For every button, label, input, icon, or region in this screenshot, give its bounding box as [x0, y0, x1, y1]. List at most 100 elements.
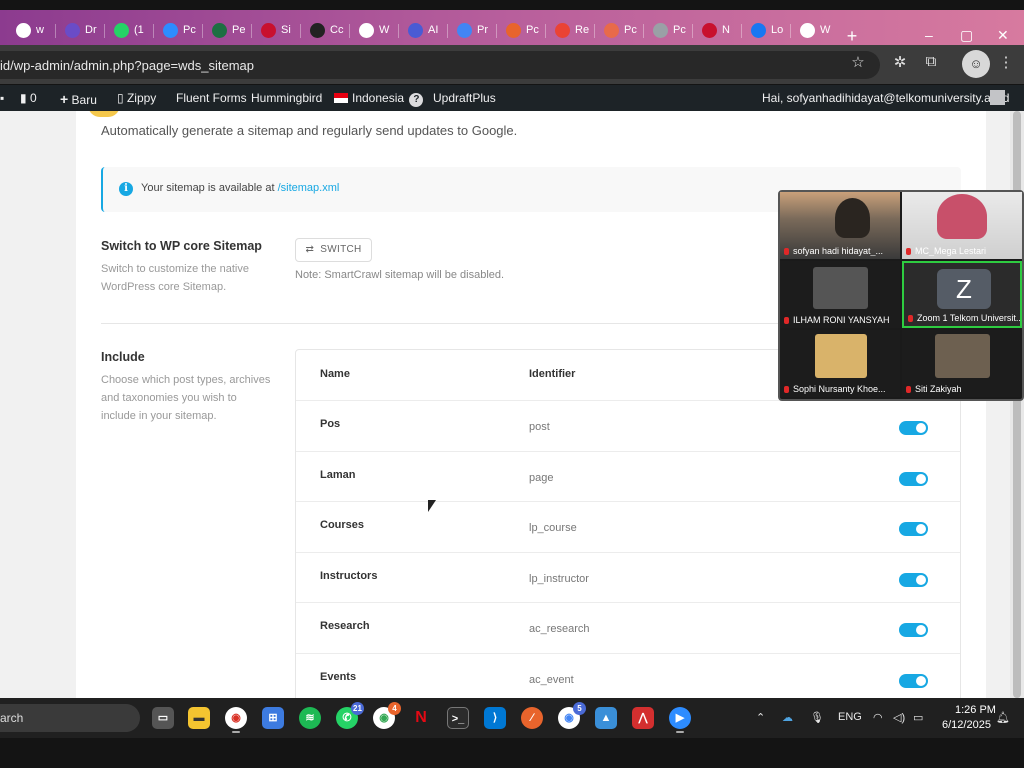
- browser-tab[interactable]: Pc: [155, 17, 201, 43]
- clock-date[interactable]: 6/12/2025: [942, 719, 991, 731]
- spotify-icon[interactable]: ≋: [299, 707, 321, 729]
- close-icon[interactable]: ✕: [997, 28, 1009, 42]
- volume-icon[interactable]: ◁): [893, 711, 905, 724]
- browser-tab[interactable]: Pc: [645, 17, 691, 43]
- tab-separator: [202, 24, 203, 38]
- browser-tab[interactable]: Pr: [449, 17, 495, 43]
- zoom-active-indicator: [676, 731, 684, 733]
- comments-link[interactable]: ▮ 0: [20, 91, 37, 105]
- orange-icon: [506, 22, 521, 38]
- language-label: Indonesia: [352, 91, 405, 105]
- switch-button[interactable]: ⇄ SWITCH: [295, 238, 372, 262]
- clock-time[interactable]: 1:26 PM: [955, 704, 996, 716]
- language-indicator[interactable]: ENG: [838, 711, 862, 723]
- user-avatar[interactable]: [990, 90, 1005, 105]
- vscode-icon[interactable]: ⟩: [484, 707, 506, 729]
- new-tab-button[interactable]: +: [843, 27, 861, 45]
- star-icon[interactable]: ☆: [848, 53, 868, 71]
- zippy-link[interactable]: ▯ Zippy: [117, 91, 156, 105]
- browser-tab[interactable]: Pe: [204, 17, 250, 43]
- taskbar-search[interactable]: arch: [0, 704, 140, 732]
- include-toggle[interactable]: [899, 623, 928, 637]
- store-icon[interactable]: ⊞: [262, 707, 284, 729]
- participant-name: Sophi Nursanty Khoe...: [784, 384, 900, 394]
- language-switcher[interactable]: Indonesia ?: [334, 91, 424, 107]
- tray-chevron-icon[interactable]: ⌃: [756, 711, 765, 724]
- browser-tab[interactable]: AI: [400, 17, 446, 43]
- google-icon: [16, 22, 31, 38]
- terminal-icon[interactable]: >_: [447, 707, 469, 729]
- participant-name: MC_Mega Lestari: [906, 246, 1022, 256]
- browser-tab[interactable]: Pc: [498, 17, 544, 43]
- user-greeting[interactable]: Hai, sofyanhadihidayat@telkomuniversity.…: [762, 91, 1009, 105]
- sitemap-link[interactable]: /sitemap.xml: [278, 182, 340, 194]
- zippy-label: Zippy: [126, 91, 157, 105]
- battery-icon[interactable]: ▭: [913, 711, 923, 724]
- participant-video: [815, 334, 867, 378]
- file-explorer-icon[interactable]: ▬: [188, 707, 210, 729]
- tab-label: N: [722, 24, 730, 36]
- wifi-icon[interactable]: ◠: [873, 711, 883, 724]
- browser-tab[interactable]: Pc: [596, 17, 642, 43]
- chrome-profile-icon[interactable]: ◉ 4: [373, 702, 401, 729]
- mic-muted-icon: [784, 248, 789, 255]
- tab-separator: [790, 24, 791, 38]
- postman-icon[interactable]: ∕: [521, 707, 543, 729]
- browser-tab[interactable]: W: [351, 17, 397, 43]
- include-table: Name Identifier Pos post Laman page Courses l…: [295, 349, 961, 698]
- netflix-icon[interactable]: N: [410, 707, 432, 729]
- browser-tab[interactable]: w: [8, 17, 54, 43]
- zoom-app-icon[interactable]: ▶: [669, 707, 691, 729]
- zoom-participant-tile[interactable]: Siti Zakiyah: [902, 330, 1022, 397]
- profile-avatar[interactable]: ☺: [962, 50, 990, 78]
- chrome-work-icon[interactable]: ◉ 5: [558, 702, 586, 729]
- acrobat-icon[interactable]: ⋀: [632, 707, 654, 729]
- new-content-link[interactable]: + Baru: [60, 91, 97, 107]
- microphone-icon[interactable]: 🎙︎: [810, 711, 824, 724]
- tab-separator: [398, 24, 399, 38]
- task-view-icon[interactable]: ▭: [152, 707, 174, 729]
- ring-icon: [800, 22, 815, 38]
- zoom-participant-tile[interactable]: Sophi Nursanty Khoe...: [780, 330, 900, 397]
- tab-label: Pc: [183, 24, 196, 36]
- browser-tab[interactable]: Si: [253, 17, 299, 43]
- hummingbird-link[interactable]: Hummingbird: [251, 91, 322, 105]
- extension-gear-icon[interactable]: ✲: [890, 53, 910, 71]
- include-toggle[interactable]: [899, 673, 928, 688]
- include-toggle[interactable]: [899, 522, 928, 536]
- fluent-forms-link[interactable]: Fluent Forms: [176, 91, 247, 105]
- browser-tab[interactable]: Lo: [743, 17, 789, 43]
- tab-separator: [496, 24, 497, 38]
- browser-tab[interactable]: (1: [106, 17, 152, 43]
- browser-tab[interactable]: Re: [547, 17, 593, 43]
- browser-tab[interactable]: Dr: [57, 17, 103, 43]
- chrome-profile-badge: 4: [388, 702, 401, 715]
- menu-kebab-icon[interactable]: ⋮: [996, 53, 1016, 71]
- include-toggle[interactable]: [899, 572, 928, 587]
- zoom-participant-tile[interactable]: MC_Mega Lestari: [902, 192, 1022, 259]
- zoom-gallery-panel[interactable]: sofyan hadi hidayat_... MC_Mega Lestari IL…: [778, 190, 1024, 401]
- whatsapp-icon[interactable]: ✆ 21: [336, 702, 364, 729]
- chrome-icon[interactable]: ◉: [225, 707, 247, 729]
- table-row: Instructors lp_instructor: [296, 551, 960, 602]
- puzzle-icon[interactable]: ⧉: [921, 53, 941, 70]
- notification-icon[interactable]: 🔔︎: [996, 711, 1010, 724]
- zoom-participant-tile[interactable]: Z Zoom 1 Telkom Universit...: [902, 261, 1022, 328]
- photos-icon[interactable]: ▲: [595, 707, 617, 729]
- browser-tab[interactable]: Cc: [302, 17, 348, 43]
- zoom-participant-tile[interactable]: ILHAM RONI YANSYAH: [780, 261, 900, 328]
- minimize-icon[interactable]: –: [925, 28, 933, 42]
- include-toggle[interactable]: [899, 421, 928, 435]
- address-bar[interactable]: id/wp-admin/admin.php?page=wds_sitemap: [0, 51, 880, 79]
- updraftplus-link[interactable]: UpdraftPlus: [433, 91, 496, 105]
- wp-menu-icon[interactable]: ▪: [0, 91, 4, 105]
- include-toggle[interactable]: [899, 471, 928, 486]
- excel-icon: [212, 22, 227, 38]
- maximize-icon[interactable]: ▢: [960, 28, 973, 42]
- zoom-participant-tile[interactable]: sofyan hadi hidayat_...: [780, 192, 900, 259]
- browser-tab[interactable]: N: [694, 17, 740, 43]
- onedrive-icon[interactable]: ☁: [782, 711, 793, 724]
- browser-tab[interactable]: W: [792, 17, 838, 43]
- post-type-identifier: lp_course: [529, 522, 577, 534]
- switch-label: SWITCH: [320, 244, 362, 255]
